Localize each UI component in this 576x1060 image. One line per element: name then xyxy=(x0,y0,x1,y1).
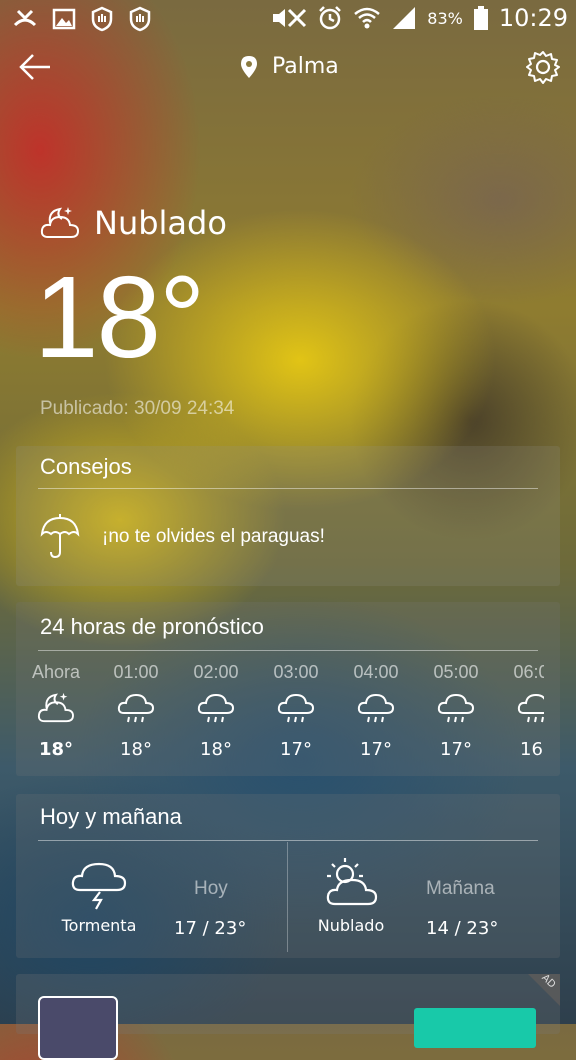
hour-time: 06:00 xyxy=(513,662,544,682)
rain-icon xyxy=(517,693,544,723)
battery-icon xyxy=(473,6,488,30)
status-bar: 83% 10:29 xyxy=(0,0,576,40)
ad-image[interactable] xyxy=(38,996,118,1060)
location-pin-icon xyxy=(241,55,257,78)
rain-icon xyxy=(357,693,395,723)
ad-card[interactable]: AD xyxy=(16,972,560,1060)
hour-item: 05:00 17° xyxy=(416,662,496,760)
hour-temp: 17° xyxy=(280,739,312,760)
divider xyxy=(287,842,288,952)
tips-title: Consejos xyxy=(40,454,132,479)
divider xyxy=(38,650,538,651)
wifi-icon xyxy=(354,7,381,29)
hourly-title: 24 horas de pronóstico xyxy=(40,614,264,639)
daily-forecast-card: Hoy y mañana Tormenta Hoy 17 / 23° Nubla… xyxy=(16,794,560,958)
hour-temp: 18° xyxy=(120,739,152,760)
hour-time: 04:00 xyxy=(353,662,399,682)
today-condition: Tormenta xyxy=(61,916,137,935)
published-time: Publicado: 30/09 24:34 xyxy=(40,398,235,419)
hour-temp: 17° xyxy=(440,739,472,760)
clock: 10:29 xyxy=(498,4,568,32)
hour-temp: 16° xyxy=(520,739,544,760)
daily-title: Hoy y mañana xyxy=(40,804,182,829)
app-bar: Palma xyxy=(0,40,576,96)
hour-temp: 17° xyxy=(360,739,392,760)
today-label: Hoy xyxy=(194,878,228,899)
battery-percent: 83% xyxy=(427,8,463,28)
divider xyxy=(38,840,538,841)
missed-call-icon xyxy=(13,9,37,27)
tomorrow-label: Mañana xyxy=(426,878,495,899)
location-name: Palma xyxy=(272,54,339,79)
hour-item: 02:00 18° xyxy=(176,662,256,760)
hour-item: Ahora 18° xyxy=(16,662,96,760)
tomorrow-condition: Nublado xyxy=(317,916,385,935)
rain-icon xyxy=(117,693,155,723)
hourly-forecast-card: 24 horas de pronóstico Ahora 18° 01:00 1… xyxy=(16,602,560,776)
thunderstorm-icon xyxy=(71,862,127,910)
hour-item: 04:00 17° xyxy=(336,662,416,760)
hour-time: 02:00 xyxy=(193,662,239,682)
tomorrow-forecast: Nublado xyxy=(308,856,394,935)
hour-temp: 18° xyxy=(38,739,74,760)
umbrella-icon xyxy=(40,514,80,559)
hour-time: Ahora xyxy=(31,662,81,682)
hour-time: 03:00 xyxy=(273,662,319,682)
tomorrow-temps: 14 / 23° xyxy=(426,918,499,939)
partly-cloudy-night-icon xyxy=(37,692,74,723)
hour-item: 06:00 16° xyxy=(496,662,544,760)
hour-time: 05:00 xyxy=(433,662,479,682)
back-arrow-icon[interactable] xyxy=(18,52,52,82)
gear-icon[interactable] xyxy=(526,50,560,84)
divider xyxy=(38,488,538,489)
tip-text: ¡no te olvides el paraguas! xyxy=(102,526,325,547)
partly-cloudy-night-icon xyxy=(40,207,80,238)
rain-icon xyxy=(277,693,315,723)
shield-icon xyxy=(129,6,151,32)
ad-install-button[interactable] xyxy=(414,1008,536,1048)
hourly-scroller[interactable]: Ahora 18° 01:00 18° 02:00 18° 03:00 17° … xyxy=(16,662,544,772)
location-selector[interactable]: Palma xyxy=(240,54,339,79)
alarm-icon xyxy=(319,6,342,30)
shield-icon xyxy=(91,6,113,32)
condition-label: Nublado xyxy=(94,204,227,242)
rain-icon xyxy=(197,693,235,723)
signal-icon xyxy=(393,7,416,29)
mute-icon xyxy=(273,8,307,28)
partly-cloudy-day-icon xyxy=(326,858,378,906)
current-temperature: 18° xyxy=(34,252,205,382)
gallery-icon xyxy=(52,8,76,30)
current-condition: Nublado xyxy=(40,204,227,242)
hour-temp: 18° xyxy=(200,739,232,760)
today-forecast: Tormenta xyxy=(54,856,144,935)
hour-item: 01:00 18° xyxy=(96,662,176,760)
today-temps: 17 / 23° xyxy=(174,918,247,939)
hour-item: 03:00 17° xyxy=(256,662,336,760)
hour-time: 01:00 xyxy=(113,662,159,682)
tip-item: ¡no te olvides el paraguas! xyxy=(40,514,325,560)
tips-card: Consejos ¡no te olvides el paraguas! xyxy=(16,446,560,586)
rain-icon xyxy=(437,693,475,723)
